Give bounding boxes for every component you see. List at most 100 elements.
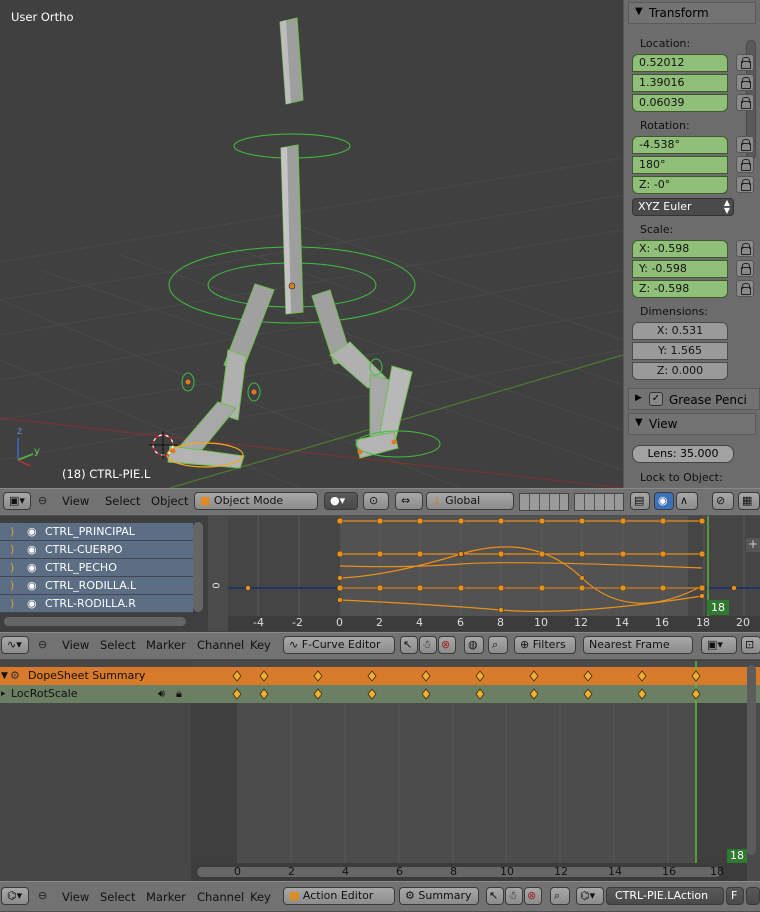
menu-key[interactable]: Key [250, 638, 271, 652]
current-frame-indicator[interactable]: 18 [707, 600, 729, 615]
fcurve-area[interactable] [228, 516, 760, 631]
filters-button[interactable]: ⊕ Filters [514, 636, 576, 654]
editor-type-button[interactable]: ∿▾ [1, 636, 29, 654]
viewport-shading-select[interactable]: ●▾ [324, 492, 358, 510]
grease-pencil-checkbox[interactable]: ✓ [649, 392, 663, 406]
only-selected-toggle[interactable]: ↖ [486, 887, 504, 905]
view-header[interactable]: ▼ View [628, 413, 756, 435]
snap-icon[interactable]: ⊘ [712, 492, 734, 510]
transform-orientation-select[interactable]: ⊥ Global [426, 492, 514, 510]
fake-user-button[interactable]: F [726, 887, 744, 905]
lock-location-z-icon[interactable] [736, 94, 754, 111]
action-browse-button[interactable]: ⌬▾ [576, 887, 604, 905]
collapse-menus-icon[interactable]: ⊖ [38, 494, 47, 507]
action-name-field[interactable]: CTRL-PIE.LAction [606, 887, 724, 905]
visibility-eye-icon[interactable]: ◉ [27, 577, 37, 595]
dimension-x-field[interactable]: X: 0.531 [632, 322, 728, 340]
graph-channel[interactable]: ) ◉ CTRL_PECHO [0, 559, 193, 577]
collapse-menus-icon[interactable]: ⊖ [38, 638, 47, 651]
transform-header[interactable]: ▼ Transform [628, 2, 756, 24]
visibility-eye-icon[interactable]: ◉ [27, 595, 37, 613]
layers-grid-2[interactable] [574, 493, 624, 511]
menu-key[interactable]: Key [250, 890, 271, 904]
rotation-z-field[interactable]: Z: -0° [632, 176, 728, 194]
graph-channel[interactable]: ) ◉ CTRL_PRINCIPAL [0, 523, 193, 541]
summary-toggle[interactable]: ⚙ Summary [399, 887, 479, 905]
menu-marker[interactable]: Marker [146, 638, 186, 652]
lock-scale-y-icon[interactable] [736, 260, 754, 277]
render-icon[interactable]: ▦ [738, 492, 760, 510]
graph-channel[interactable]: ) ◉ CTRL-CUERPO [0, 541, 193, 559]
viewport-3d[interactable]: User Ortho z y (18) CTRL-PIE.L [0, 0, 623, 488]
dopesheet-mode-select[interactable]: ■ Action Editor [283, 887, 395, 905]
visibility-eye-icon[interactable]: ◉ [27, 559, 37, 577]
graph-mode-select[interactable]: ∿ F-Curve Editor [283, 636, 395, 654]
search-icon[interactable]: ⌕ [488, 636, 508, 654]
mode-select[interactable]: ■ Object Mode [194, 492, 318, 510]
only-errors-toggle[interactable]: ⊗ [524, 887, 542, 905]
layers-grid-1[interactable] [519, 493, 569, 511]
menu-view[interactable]: View [62, 494, 89, 508]
graph-channel[interactable]: ) ◉ CTRL_RODILLA.L [0, 577, 193, 595]
menu-object[interactable]: Object [151, 494, 188, 508]
rotation-x-field[interactable]: -4.538° [632, 136, 728, 154]
dopesheet-extra-button[interactable] [746, 887, 760, 905]
lock-scale-z-icon[interactable] [736, 280, 754, 297]
mute-speaker-icon[interactable]: 🔊︎ [158, 685, 165, 703]
dimension-z-field[interactable]: Z: 0.000 [632, 362, 728, 380]
collapse-menus-icon[interactable]: ⊖ [38, 889, 47, 902]
dimension-y-field[interactable]: Y: 1.565 [632, 342, 728, 360]
lock-rotation-y-icon[interactable] [736, 156, 754, 173]
pivot-select[interactable]: ▣▾ [701, 636, 737, 654]
menu-select[interactable]: Select [100, 890, 135, 904]
visibility-eye-icon[interactable]: ◉ [27, 523, 37, 541]
lock-location-x-icon[interactable] [736, 54, 754, 71]
lock-rotation-x-icon[interactable] [736, 136, 754, 153]
show-hidden-toggle[interactable]: ☃ [419, 636, 437, 654]
scale-z-field[interactable]: Z: -0.598 [632, 280, 728, 298]
proportional-edit-icon[interactable]: ◉ [654, 492, 674, 510]
grease-pencil-header[interactable]: ▶ ✓ Grease Penci [628, 388, 760, 410]
rotation-mode-select[interactable]: XYZ Euler ▲ ▼ [632, 198, 734, 216]
graph-extra-button[interactable]: ⊡ [741, 636, 760, 654]
menu-view[interactable]: View [62, 638, 89, 652]
location-z-field[interactable]: 0.06039 [632, 94, 728, 112]
normalize-toggle[interactable]: ◍ [464, 636, 484, 654]
visibility-eye-icon[interactable]: ◉ [27, 541, 37, 559]
dopesheet-current-frame[interactable]: 18 [727, 849, 747, 863]
only-selected-toggle[interactable]: ↖ [400, 636, 418, 654]
falloff-icon[interactable]: ∧ [676, 492, 698, 510]
show-hidden-toggle[interactable]: ☃ [505, 887, 523, 905]
scale-x-field[interactable]: X: -0.598 [632, 240, 728, 258]
only-errors-toggle[interactable]: ⊗ [438, 636, 456, 654]
channel-scrollbar[interactable] [193, 522, 203, 612]
auto-snap-select[interactable]: Nearest Frame [583, 636, 693, 654]
menu-view[interactable]: View [62, 890, 89, 904]
editor-type-button[interactable]: ⌬▾ [1, 887, 29, 905]
location-x-field[interactable]: 0.52012 [632, 54, 728, 72]
dopesheet-scrollbar[interactable] [747, 665, 756, 855]
menu-channel[interactable]: Channel [197, 890, 244, 904]
dopesheet-keyframe-area[interactable] [191, 661, 747, 881]
search-icon[interactable]: ⌕ [550, 887, 570, 905]
dopesheet-editor[interactable]: ▼ ⚙ DopeSheet Summary ▸ LocRotScale 🔊︎ 🔒… [0, 661, 760, 881]
location-y-field[interactable]: 1.39016 [632, 74, 728, 92]
rotation-y-field[interactable]: 180° [632, 156, 728, 174]
lock-icon[interactable]: 🔒︎ [176, 685, 182, 703]
graph-channel[interactable]: ) ◉ CTRL-RODILLA.R [0, 595, 193, 613]
scale-y-field[interactable]: Y: -0.598 [632, 260, 728, 278]
lock-rotation-z-icon[interactable] [736, 176, 754, 193]
menu-marker[interactable]: Marker [146, 890, 186, 904]
manipulator-toggle[interactable]: ⇔ [395, 492, 423, 510]
editor-type-button[interactable]: ▣▾ [3, 492, 31, 510]
lock-scale-x-icon[interactable] [736, 240, 754, 257]
graph-editor[interactable]: ) ◉ CTRL_PRINCIPAL ) ◉ CTRL-CUERPO ) ◉ CTRL_PE… [0, 516, 760, 631]
graph-plus-button[interactable]: + [746, 538, 760, 552]
channel-hscroll[interactable] [4, 617, 186, 626]
menu-channel[interactable]: Channel [197, 638, 244, 652]
lock-camera-icon[interactable]: ▤ [630, 492, 650, 510]
lens-field[interactable]: Lens: 35.000 [632, 445, 734, 463]
pivot-select[interactable]: ⊙ [363, 492, 389, 510]
menu-select[interactable]: Select [105, 494, 140, 508]
lock-location-y-icon[interactable] [736, 74, 754, 91]
